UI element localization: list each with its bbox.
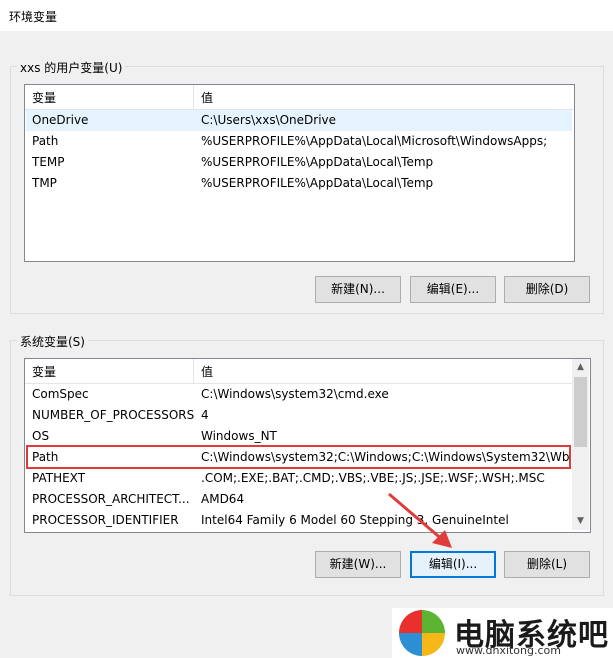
system-vars-scrollbar[interactable]: ▲ ▼ xyxy=(572,359,589,530)
var-value: Windows_NT xyxy=(201,429,277,443)
scroll-up-arrow-icon[interactable]: ▲ xyxy=(572,359,589,376)
column-separator[interactable] xyxy=(193,85,194,109)
logo-green-quadrant xyxy=(422,610,445,633)
system-new-button[interactable]: 新建(W)... xyxy=(315,551,401,578)
brand-logo-icon xyxy=(399,610,445,656)
var-value: C:\Windows\system32\cmd.exe xyxy=(201,387,389,401)
user-edit-button[interactable]: 编辑(E)... xyxy=(410,276,496,303)
system-vars-group-label: 系统变量(S) xyxy=(17,333,88,350)
var-name: Path xyxy=(32,134,59,148)
logo-yellow-quadrant xyxy=(422,633,445,656)
system-var-row-os[interactable]: OS Windows_NT xyxy=(26,426,572,447)
var-name: PROCESSOR_ARCHITECT... xyxy=(32,492,190,506)
user-var-row-path[interactable]: Path %USERPROFILE%\AppData\Local\Microso… xyxy=(26,131,572,152)
user-new-button[interactable]: 新建(N)... xyxy=(315,276,401,303)
system-var-row-number-of-processors[interactable]: NUMBER_OF_PROCESSORS 4 xyxy=(26,405,572,426)
system-edit-button[interactable]: 编辑(I)... xyxy=(410,551,496,578)
column-header-variable[interactable]: 变量 xyxy=(32,89,56,106)
system-var-row-processor-architecture[interactable]: PROCESSOR_ARCHITECT... AMD64 xyxy=(26,489,572,510)
var-value: 4 xyxy=(201,408,209,422)
var-name: ComSpec xyxy=(32,387,89,401)
column-header-value[interactable]: 值 xyxy=(201,363,213,380)
user-var-row-temp[interactable]: TEMP %USERPROFILE%\AppData\Local\Temp xyxy=(26,152,572,173)
window-title: 环境变量 xyxy=(9,10,58,24)
var-value: AMD64 xyxy=(201,492,245,506)
scroll-down-arrow-icon[interactable]: ▼ xyxy=(572,513,589,530)
var-name: PATHEXT xyxy=(32,471,86,485)
scroll-thumb[interactable] xyxy=(574,377,587,447)
var-name: PROCESSOR_IDENTIFIER xyxy=(32,513,179,527)
var-value: Intel64 Family 6 Model 60 Stepping 3, Ge… xyxy=(201,513,509,527)
user-vars-group-label: xxs 的用户变量(U) xyxy=(17,59,126,76)
system-var-row-pathext[interactable]: PATHEXT .COM;.EXE;.BAT;.CMD;.VBS;.VBE;.J… xyxy=(26,468,572,489)
watermark: 电脑系统吧 www.dnxitong.com xyxy=(392,608,613,658)
var-name: NUMBER_OF_PROCESSORS xyxy=(32,408,195,422)
system-vars-list-header: 变量 值 xyxy=(25,359,572,384)
var-value: %USERPROFILE%\AppData\Local\Microsoft\Wi… xyxy=(201,134,548,148)
user-vars-list-header: 变量 值 xyxy=(25,85,574,110)
system-delete-button[interactable]: 删除(L) xyxy=(504,551,590,578)
logo-red-quadrant xyxy=(399,610,422,633)
var-value: .COM;.EXE;.BAT;.CMD;.VBS;.VBE;.JS;.JSE;.… xyxy=(201,471,545,485)
column-separator[interactable] xyxy=(193,359,194,383)
user-vars-list[interactable]: 变量 值 OneDrive C:\Users\xxs\OneDrive Path… xyxy=(24,84,575,262)
var-name: OS xyxy=(32,429,50,443)
watermark-url: www.dnxitong.com xyxy=(456,644,561,657)
system-var-row-comspec[interactable]: ComSpec C:\Windows\system32\cmd.exe xyxy=(26,384,572,405)
var-name: OneDrive xyxy=(32,113,89,127)
column-header-value[interactable]: 值 xyxy=(201,89,213,106)
var-value: %USERPROFILE%\AppData\Local\Temp xyxy=(201,155,434,169)
user-var-row-tmp[interactable]: TMP %USERPROFILE%\AppData\Local\Temp xyxy=(26,173,572,194)
path-row-highlight xyxy=(26,445,571,469)
title-bar: 环境变量 xyxy=(0,0,613,31)
var-name: TMP xyxy=(32,176,57,190)
user-delete-button[interactable]: 删除(D) xyxy=(504,276,590,303)
system-var-row-processor-identifier[interactable]: PROCESSOR_IDENTIFIER Intel64 Family 6 Mo… xyxy=(26,510,572,531)
var-value: C:\Users\xxs\OneDrive xyxy=(201,113,337,127)
var-name: TEMP xyxy=(32,155,65,169)
logo-blue-quadrant xyxy=(399,633,422,656)
var-value: %USERPROFILE%\AppData\Local\Temp xyxy=(201,176,434,190)
user-var-row-onedrive[interactable]: OneDrive C:\Users\xxs\OneDrive xyxy=(26,110,572,131)
column-header-variable[interactable]: 变量 xyxy=(32,363,56,380)
